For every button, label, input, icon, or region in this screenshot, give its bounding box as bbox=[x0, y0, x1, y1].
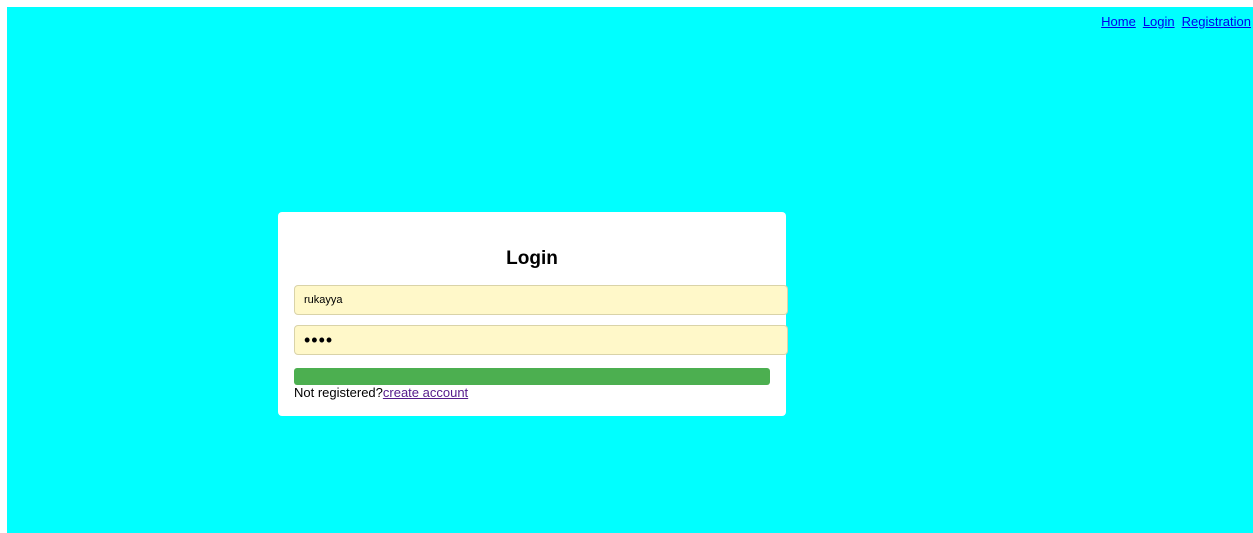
register-prompt-text: Not registered? bbox=[294, 385, 383, 400]
nav-link-login[interactable]: Login bbox=[1143, 14, 1175, 29]
username-input[interactable] bbox=[294, 285, 788, 315]
login-title: Login bbox=[506, 248, 558, 269]
login-submit-button[interactable] bbox=[294, 368, 770, 385]
page-background: Home Login Registration Login Not regist… bbox=[7, 7, 1253, 533]
top-navigation: Home Login Registration bbox=[1101, 14, 1251, 29]
register-prompt-line: Not registered?create account bbox=[294, 385, 468, 400]
nav-link-home[interactable]: Home bbox=[1101, 14, 1136, 29]
password-input[interactable] bbox=[294, 325, 788, 355]
nav-link-registration[interactable]: Registration bbox=[1182, 14, 1251, 29]
create-account-link[interactable]: create account bbox=[383, 385, 468, 400]
login-card: Login Not registered?create account bbox=[278, 212, 788, 416]
